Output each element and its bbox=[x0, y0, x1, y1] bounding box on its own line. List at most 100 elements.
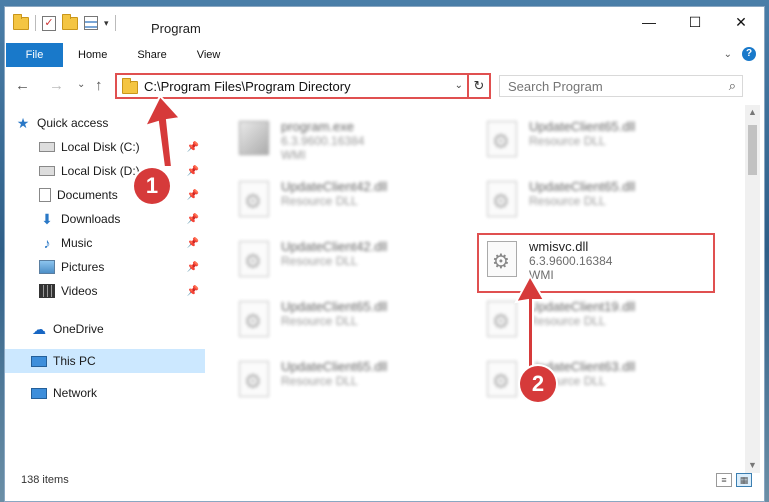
sidebar-item-local-disk-c[interactable]: Local Disk (C:) 📌 bbox=[5, 135, 205, 159]
file-description: Resource DLL bbox=[281, 254, 358, 268]
search-box[interactable]: ⌕ bbox=[499, 75, 743, 97]
file-item[interactable]: UpdateClient19.dll Resource DLL bbox=[483, 299, 723, 351]
item-count: 138 items bbox=[21, 474, 69, 486]
details-view-icon[interactable]: ≡ bbox=[716, 473, 732, 487]
network-icon bbox=[31, 387, 47, 399]
properties-check-icon[interactable]: ✓ bbox=[42, 15, 56, 31]
view-toggle: ≡ ▦ bbox=[716, 473, 752, 487]
sidebar-item-label: Downloads bbox=[61, 212, 121, 226]
sidebar-item-this-pc[interactable]: This PC bbox=[5, 349, 205, 373]
file-item[interactable]: program.exe 6.3.9600.16384 WMI bbox=[235, 119, 475, 171]
ribbon-tabs: File Home Share View ⌄ ? bbox=[5, 43, 764, 67]
tab-file[interactable]: File bbox=[6, 43, 63, 67]
dll-file-icon bbox=[483, 179, 521, 219]
downloads-icon: ⬇ bbox=[41, 211, 53, 227]
explorer-window: ✓ ▾ Program — ☐ ✕ File Home Share View ⌄… bbox=[4, 6, 765, 502]
expand-ribbon-chevron-icon[interactable]: ⌄ bbox=[724, 49, 732, 60]
sidebar-item-label: This PC bbox=[53, 354, 96, 368]
pin-icon: 📌 bbox=[186, 237, 199, 249]
sidebar-item-pictures[interactable]: Pictures 📌 bbox=[5, 255, 205, 279]
refresh-icon[interactable]: ↻ bbox=[467, 75, 489, 97]
scroll-thumb[interactable] bbox=[748, 125, 757, 175]
file-item[interactable]: UpdateClient65.dll Resource DLL bbox=[235, 359, 475, 411]
file-item[interactable]: UpdateClient42.dll Resource DLL bbox=[235, 239, 475, 291]
pin-icon: 📌 bbox=[186, 285, 199, 297]
file-description: Resource DLL bbox=[529, 134, 606, 148]
sidebar-item-downloads[interactable]: ⬇ Downloads 📌 bbox=[5, 207, 205, 231]
sidebar-item-label: Music bbox=[61, 236, 93, 250]
address-bar[interactable]: C:\Program Files\Program Directory ⌄ ↻ bbox=[115, 73, 491, 99]
tab-home[interactable]: Home bbox=[63, 43, 122, 67]
vertical-scrollbar[interactable]: ▲ ▼ bbox=[745, 105, 760, 473]
onedrive-icon: ☁ bbox=[32, 321, 46, 337]
disk-icon bbox=[39, 142, 55, 152]
this-pc-icon bbox=[31, 355, 47, 367]
navigation-pane: ★ Quick access Local Disk (C:) 📌 Local D… bbox=[5, 105, 205, 465]
file-item[interactable]: UpdateClient65.dll Resource DLL bbox=[235, 299, 475, 351]
sidebar-item-label: Local Disk (D:) bbox=[61, 164, 140, 178]
tab-view[interactable]: View bbox=[182, 43, 236, 67]
forward-arrow-icon[interactable]: → bbox=[49, 77, 64, 94]
file-description: Resource DLL bbox=[281, 314, 358, 328]
star-icon: ★ bbox=[16, 115, 30, 131]
search-icon[interactable]: ⌕ bbox=[729, 78, 736, 94]
sidebar-item-label: Network bbox=[53, 386, 98, 400]
tab-share[interactable]: Share bbox=[122, 43, 181, 67]
sidebar-item-label: Pictures bbox=[61, 260, 105, 274]
file-name: UpdateClient42.dll bbox=[281, 239, 388, 254]
documents-icon bbox=[39, 188, 51, 202]
address-row: ← → ⌄ ↑ C:\Program Files\Program Directo… bbox=[5, 71, 764, 101]
address-dropdown-chevron-icon[interactable]: ⌄ bbox=[455, 80, 463, 91]
file-name: UpdateClient65.dll bbox=[281, 299, 388, 314]
file-item[interactable]: UpdateClient63.dll Resource DLL bbox=[483, 359, 723, 411]
pin-icon: 📌 bbox=[186, 261, 199, 273]
minimize-button[interactable]: — bbox=[626, 7, 672, 37]
sidebar-item-quick-access[interactable]: ★ Quick access bbox=[15, 111, 215, 135]
sidebar-item-videos[interactable]: Videos 📌 bbox=[5, 279, 205, 303]
view-properties-icon[interactable] bbox=[84, 16, 98, 30]
file-description: WMI bbox=[281, 148, 306, 162]
sidebar-item-label: Local Disk (C:) bbox=[61, 140, 140, 154]
scroll-up-icon[interactable]: ▲ bbox=[745, 105, 760, 120]
file-item[interactable]: UpdateClient65.dll Resource DLL bbox=[483, 179, 723, 231]
address-path[interactable]: C:\Program Files\Program Directory bbox=[144, 79, 351, 94]
file-version: 6.3.9600.16384 bbox=[281, 134, 365, 148]
file-item[interactable]: UpdateClient42.dll Resource DLL bbox=[235, 179, 475, 231]
sidebar-item-documents[interactable]: Documents 📌 bbox=[5, 183, 205, 207]
step-badge-1: 1 bbox=[134, 168, 170, 204]
pin-icon: 📌 bbox=[186, 165, 199, 177]
tiles-view-icon[interactable]: ▦ bbox=[736, 473, 752, 487]
music-icon: ♪ bbox=[43, 235, 51, 251]
close-button[interactable]: ✕ bbox=[718, 7, 764, 37]
sidebar-item-onedrive[interactable]: ☁ OneDrive bbox=[5, 317, 205, 341]
dll-file-icon bbox=[483, 299, 521, 339]
maximize-button[interactable]: ☐ bbox=[672, 7, 718, 37]
dll-file-icon bbox=[235, 359, 273, 399]
sidebar-item-music[interactable]: ♪ Music 📌 bbox=[5, 231, 205, 255]
step-badge-2: 2 bbox=[520, 366, 556, 402]
sidebar-item-local-disk-d[interactable]: Local Disk (D:) 📌 bbox=[5, 159, 205, 183]
sidebar-item-label: Documents bbox=[57, 188, 118, 202]
up-arrow-icon[interactable]: ↑ bbox=[95, 77, 103, 94]
exe-file-icon bbox=[235, 119, 273, 159]
videos-icon bbox=[39, 284, 55, 298]
dll-file-icon bbox=[483, 359, 521, 399]
file-name: UpdateClient65.dll bbox=[529, 119, 636, 134]
customize-toolbar-chevron-icon[interactable]: ▾ bbox=[104, 18, 109, 29]
sidebar-item-network[interactable]: Network bbox=[5, 381, 205, 405]
sidebar-item-label: Quick access bbox=[37, 116, 109, 130]
file-description: Resource DLL bbox=[281, 374, 358, 388]
recent-locations-chevron-icon[interactable]: ⌄ bbox=[77, 79, 85, 90]
dll-file-icon bbox=[235, 299, 273, 339]
dll-file-icon bbox=[235, 239, 273, 279]
file-name: UpdateClient19.dll bbox=[529, 299, 636, 314]
help-icon[interactable]: ? bbox=[742, 47, 756, 61]
divider bbox=[35, 15, 36, 31]
folder-icon[interactable] bbox=[13, 13, 29, 30]
file-name: program.exe bbox=[281, 119, 354, 134]
file-name: UpdateClient42.dll bbox=[281, 179, 388, 194]
back-arrow-icon[interactable]: ← bbox=[15, 77, 30, 94]
file-item[interactable]: UpdateClient65.dll Resource DLL bbox=[483, 119, 723, 171]
search-input[interactable] bbox=[508, 76, 718, 96]
new-folder-icon[interactable] bbox=[62, 13, 78, 30]
